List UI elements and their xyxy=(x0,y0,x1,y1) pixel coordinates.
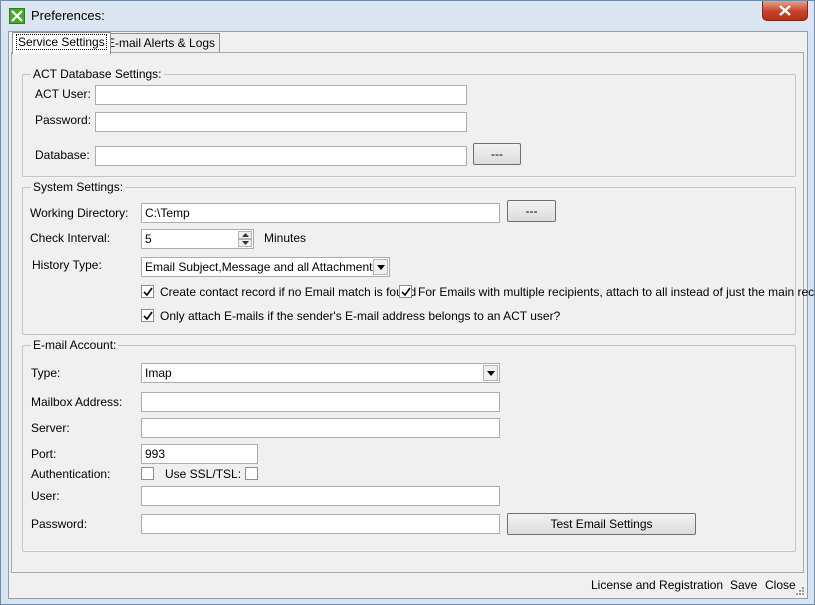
server-input[interactable] xyxy=(141,418,500,438)
history-type-label: History Type: xyxy=(32,258,102,272)
only-attach-label: Only attach E-mails if the sender's E-ma… xyxy=(160,309,561,323)
email-password-input[interactable] xyxy=(141,514,500,534)
mailbox-address-label: Mailbox Address: xyxy=(31,395,123,409)
multi-recipient-label: For Emails with multiple recipients, att… xyxy=(418,285,815,299)
spin-up-button[interactable] xyxy=(238,231,252,239)
test-email-settings-button[interactable]: Test Email Settings xyxy=(507,513,696,535)
email-password-label: Password: xyxy=(31,517,88,531)
server-label: Server: xyxy=(31,421,70,435)
database-label: Database: xyxy=(35,148,90,162)
footer-bar: License and Registration Save Close xyxy=(10,575,806,597)
check-interval-value: 5 xyxy=(145,232,152,246)
act-user-label: ACT User: xyxy=(35,87,91,101)
check-icon xyxy=(143,287,153,297)
check-icon xyxy=(143,311,153,321)
check-interval-stepper[interactable]: 5 xyxy=(141,229,254,249)
chevron-up-icon xyxy=(242,233,249,237)
type-label: Type: xyxy=(31,366,61,380)
client-area: Service Settings E-mail Alerts & Logs AC… xyxy=(8,31,815,599)
check-interval-unit: Minutes xyxy=(264,231,307,245)
chevron-down-icon[interactable] xyxy=(373,259,388,275)
database-browse-button[interactable]: --- xyxy=(473,143,521,165)
only-attach-checkbox[interactable] xyxy=(141,309,154,322)
working-directory-label: Working Directory: xyxy=(30,206,129,220)
chevron-down-icon[interactable] xyxy=(483,365,498,381)
multi-recipient-checkbox[interactable] xyxy=(399,285,412,298)
ssl-checkbox[interactable] xyxy=(245,467,258,480)
act-user-input[interactable] xyxy=(95,85,467,105)
email-type-value: Imap xyxy=(145,366,172,380)
save-link[interactable]: Save xyxy=(730,578,757,592)
working-directory-input[interactable]: C:\Temp xyxy=(141,203,500,223)
email-user-input[interactable] xyxy=(141,486,500,506)
window-close-button[interactable] xyxy=(762,1,808,21)
app-logo-icon xyxy=(9,8,25,24)
email-type-select[interactable]: Imap xyxy=(141,363,500,383)
act-password-label: Password: xyxy=(35,113,92,127)
service-settings-page: ACT Database Settings: ACT User: Passwor… xyxy=(11,52,815,573)
authentication-checkbox[interactable] xyxy=(141,467,154,480)
database-input[interactable] xyxy=(95,146,467,166)
close-icon xyxy=(779,5,791,16)
act-password-input[interactable] xyxy=(95,112,467,132)
ssl-label: Use SSL/TSL: xyxy=(165,467,242,481)
check-icon xyxy=(401,287,411,297)
close-link[interactable]: Close xyxy=(765,578,796,592)
preferences-window: Preferences: Service Settings E-mail Ale… xyxy=(0,0,815,605)
group-title: System Settings: xyxy=(31,180,126,194)
port-input[interactable]: 993 xyxy=(141,444,258,464)
group-title: ACT Database Settings: xyxy=(31,67,164,81)
title-bar[interactable]: Preferences: xyxy=(1,1,814,31)
chevron-down-icon xyxy=(242,241,249,245)
tab-email-alerts-logs[interactable]: E-mail Alerts & Logs xyxy=(102,33,221,53)
group-title: E-mail Account: xyxy=(31,338,119,352)
act-database-group: ACT Database Settings: ACT User: Passwor… xyxy=(22,67,796,177)
history-type-select[interactable]: Email Subject,Message and all Attachment… xyxy=(141,257,390,277)
tab-service-settings[interactable]: Service Settings xyxy=(12,32,111,54)
window-title: Preferences: xyxy=(31,8,105,23)
authentication-label: Authentication: xyxy=(31,467,111,481)
license-registration-link[interactable]: License and Registration xyxy=(591,578,723,592)
create-contact-checkbox[interactable] xyxy=(141,285,154,298)
history-type-value: Email Subject,Message and all Attachment… xyxy=(145,260,379,274)
system-settings-group: System Settings: Working Directory: C:\T… xyxy=(22,180,815,335)
port-label: Port: xyxy=(31,447,57,461)
create-contact-label: Create contact record if no Email match … xyxy=(160,285,417,299)
spin-down-button[interactable] xyxy=(238,239,252,247)
resize-grip-icon[interactable] xyxy=(794,585,804,595)
working-directory-browse-button[interactable]: --- xyxy=(507,200,556,222)
user-label: User: xyxy=(31,489,60,503)
mailbox-address-input[interactable] xyxy=(141,392,500,412)
check-interval-label: Check Interval: xyxy=(30,231,111,245)
email-account-group: E-mail Account: Type: Imap Mailbox Addre… xyxy=(22,338,796,552)
